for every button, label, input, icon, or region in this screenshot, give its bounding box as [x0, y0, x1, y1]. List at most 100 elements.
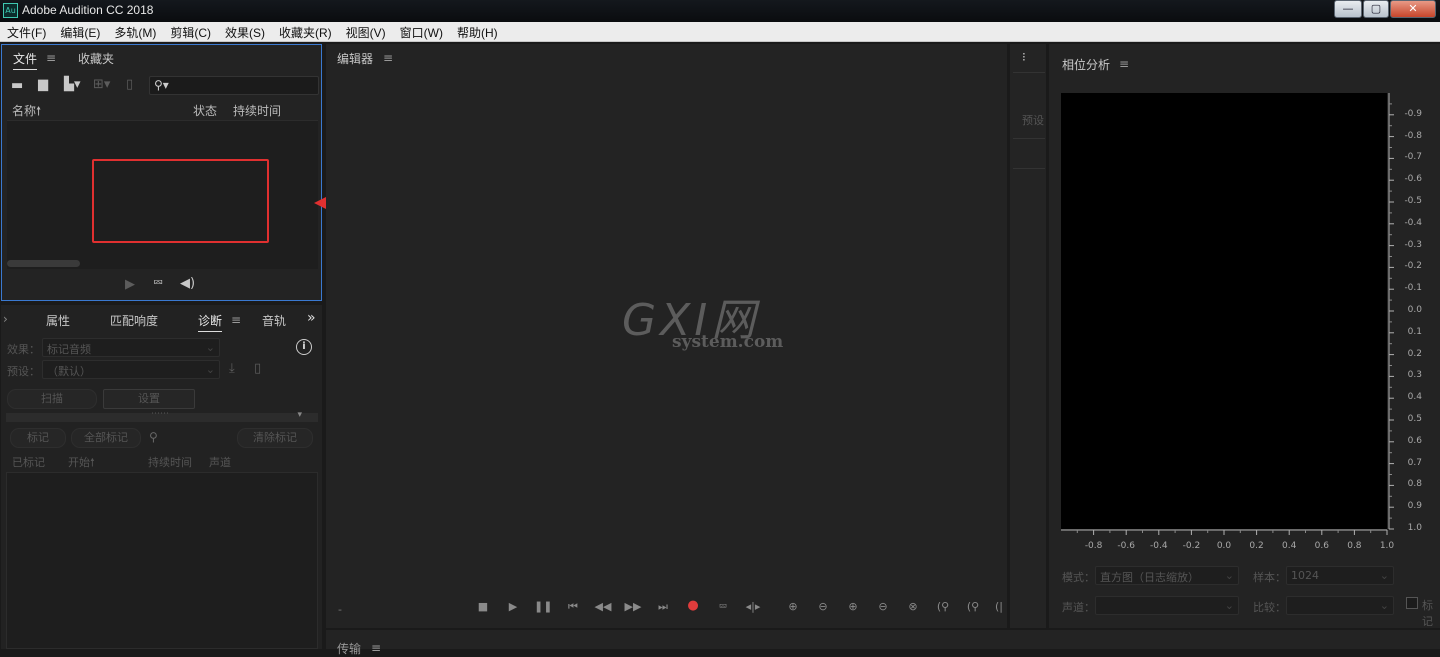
info-icon[interactable]: i [296, 339, 312, 355]
menu-favorites[interactable]: 收藏夹(R) [272, 22, 339, 41]
column-status[interactable]: 状态 [193, 102, 217, 119]
close-button[interactable]: ✕ [1390, 0, 1436, 18]
compare-select[interactable]: ⌄ [1286, 596, 1394, 615]
sample-select[interactable]: 1024 ⌄ [1286, 566, 1394, 585]
phase-panel-menu-icon[interactable]: ≡ [1119, 57, 1129, 71]
menu-multitrack[interactable]: 多轨(M) [107, 22, 163, 41]
zoom-in-amplitude-icon[interactable]: ⊕ [784, 600, 802, 613]
new-file-icon[interactable]: ▙▾ [64, 78, 81, 92]
delete-preset-icon[interactable]: ▯ [254, 362, 261, 376]
minimize-button[interactable]: — [1334, 0, 1362, 18]
pause-icon[interactable]: ❚❚ [534, 600, 552, 613]
marked-issues-list[interactable] [6, 472, 318, 649]
zoom-out-time-icon[interactable]: ⊖ [874, 600, 892, 613]
loop-playback-icon[interactable]: ⮹ [153, 277, 163, 291]
editor-panel-menu-icon[interactable]: ≡ [383, 51, 393, 65]
chevron-down-icon: ⌄ [205, 341, 215, 354]
divider-handle[interactable]: ⋯⋯ ▾ [6, 409, 318, 422]
effect-select[interactable]: 标记音频 ⌄ [42, 338, 220, 357]
rewind-icon[interactable]: ◀◀ [594, 600, 612, 613]
x-tick-label: 0.6 [1314, 541, 1329, 551]
phase-analysis-title[interactable]: 相位分析 [1062, 56, 1110, 73]
column-marked[interactable]: 已标记 [12, 454, 45, 470]
marker-checkbox[interactable] [1406, 597, 1418, 609]
column-duration[interactable]: 持续时间 [233, 102, 281, 119]
record-icon[interactable]: ● [684, 598, 702, 613]
editor-title[interactable]: 编辑器 [337, 50, 373, 67]
channel-select[interactable]: ⌄ [1095, 596, 1239, 615]
scan-button[interactable]: 扫描 [7, 389, 97, 409]
maximize-button[interactable]: ▢ [1363, 0, 1389, 18]
y-tick-label: -0.4 [1404, 217, 1422, 228]
play-icon[interactable]: ▶ [504, 600, 522, 613]
column-channel[interactable]: 声道 [209, 454, 231, 470]
zoom-out-amplitude-icon[interactable]: ⊖ [814, 600, 832, 613]
column-duration[interactable]: 持续时间 [148, 454, 192, 470]
chevron-down-icon: ⌄ [1224, 569, 1234, 582]
tab-diagnostics[interactable]: 诊断 [198, 312, 223, 332]
window-title: Adobe Audition CC 2018 [22, 3, 154, 17]
x-tick-label: 0.4 [1282, 541, 1297, 551]
diagnostics-panel-menu-icon[interactable]: ≡ [231, 313, 241, 327]
y-tick-label: 0.1 [1407, 326, 1422, 337]
tab-audio-tracks[interactable]: 音轨 [262, 312, 286, 329]
fast-forward-icon[interactable]: ▶▶ [624, 600, 642, 613]
skip-to-end-icon[interactable]: ⏭ [654, 600, 672, 614]
transport-panel-menu-icon[interactable]: ≡ [371, 641, 381, 655]
column-start[interactable]: 开始🠕 [68, 454, 95, 473]
menu-clip[interactable]: 剪辑(C) [163, 22, 218, 41]
tabs-scroll-left-icon[interactable]: › [3, 312, 8, 326]
skip-to-start-icon[interactable]: ⏮ [564, 600, 582, 614]
open-folder-icon[interactable]: ▬ [11, 79, 23, 93]
settings-button[interactable]: 设置 [103, 389, 195, 409]
y-tick-label: 0.4 [1407, 392, 1422, 403]
tab-favorites[interactable]: 收藏夹 [78, 50, 114, 67]
menu-effects[interactable]: 效果(S) [218, 22, 272, 41]
save-preset-icon[interactable]: ⤓ [229, 362, 235, 376]
side-presets-label[interactable]: 预设 [1022, 112, 1044, 128]
zoom-selection-icon[interactable]: (| [990, 600, 1008, 613]
search-input[interactable]: ⚲▾ [149, 76, 319, 95]
sort-ascending-icon: 🠕 [90, 456, 95, 469]
zoom-in-time-icon[interactable]: ⊕ [844, 600, 862, 613]
stop-icon[interactable]: ■ [474, 600, 492, 613]
autoplay-speaker-icon[interactable]: ◀) [180, 277, 195, 291]
skip-selection-icon[interactable]: ◂|▸ [744, 600, 762, 613]
annotation-highlight-box [92, 159, 269, 243]
preset-select[interactable]: （默认） ⌄ [42, 360, 220, 379]
side-strip-menu-icon[interactable]: ⁝ [1022, 50, 1026, 64]
files-panel-menu-icon[interactable]: ≡ [46, 51, 56, 65]
delete-icon[interactable]: ▯ [126, 78, 133, 92]
more-tabs-icon[interactable]: » [307, 310, 316, 326]
menu-edit[interactable]: 编辑(E) [53, 22, 107, 41]
mark-button[interactable]: 标记 [10, 428, 66, 448]
menu-window[interactable]: 窗口(W) [393, 22, 450, 41]
tab-match-loudness[interactable]: 匹配响度 [110, 312, 158, 329]
mode-select[interactable]: 直方图（日志缩放） ⌄ [1095, 566, 1239, 585]
horizontal-scrollbar[interactable] [7, 260, 80, 267]
y-tick-label: -0.1 [1404, 283, 1422, 294]
import-icon[interactable]: ▆ [38, 78, 48, 92]
zoom-out-point-icon[interactable]: (⚲ [964, 600, 982, 613]
clear-marks-button[interactable]: 清除标记 [237, 428, 313, 448]
y-tick-label: 1.0 [1407, 523, 1422, 533]
tab-files[interactable]: 文件 [13, 50, 38, 70]
tab-properties[interactable]: 属性 [46, 312, 70, 329]
zoom-to-selection-icon[interactable]: ⚲ [149, 430, 158, 444]
audition-app-icon: Au [3, 3, 18, 18]
menu-file[interactable]: 文件(F) [0, 22, 53, 41]
menu-view[interactable]: 视图(V) [339, 22, 393, 41]
loop-playback-icon[interactable]: ⮹ [714, 600, 732, 614]
play-icon[interactable]: ▶ [125, 278, 135, 292]
y-tick-label: 0.6 [1407, 435, 1422, 446]
zoom-in-point-icon[interactable]: (⚲ [934, 600, 952, 613]
mark-all-button[interactable]: 全部标记 [71, 428, 141, 448]
mode-label: 模式： [1062, 571, 1095, 584]
y-tick-label: 0.3 [1407, 370, 1422, 381]
zoom-out-full-icon[interactable]: ⊗ [904, 600, 922, 613]
insert-into-multitrack-icon[interactable]: ⊞▾ [93, 78, 110, 92]
x-tick-label: -0.8 [1084, 541, 1103, 551]
checkbox-label: 标记 [1422, 599, 1433, 628]
menu-help[interactable]: 帮助(H) [450, 22, 505, 41]
collapse-icon: ▾ [297, 410, 302, 420]
